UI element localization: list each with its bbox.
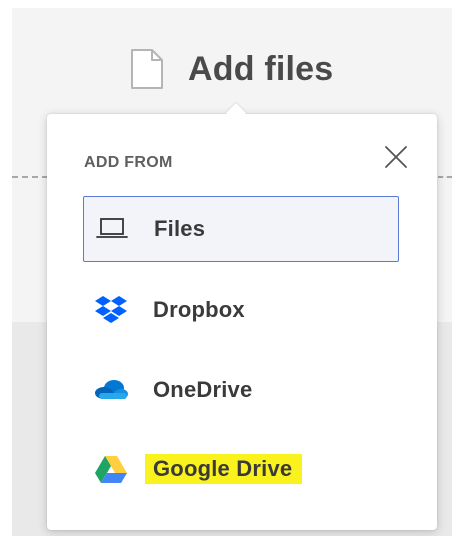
page: Add files ADD FROM Files Dropbox OneDriv… [0,0,452,536]
dropbox-icon [93,292,129,328]
option-label: Files [154,216,206,241]
option-label: Google Drive [145,454,303,484]
laptop-icon [94,211,130,247]
add-files-header[interactable]: Add files [130,44,333,94]
drop-zone-border [438,176,452,178]
section-label: ADD FROM [84,154,173,171]
drop-zone-border [12,176,48,178]
add-files-title: Add files [188,49,334,88]
document-icon [131,49,163,89]
option-dropbox[interactable]: Dropbox [83,277,399,343]
google-drive-icon [93,451,129,487]
option-label: Dropbox [153,297,245,322]
option-label: OneDrive [153,377,253,402]
option-files[interactable]: Files [83,196,399,262]
close-icon[interactable] [383,144,409,170]
option-onedrive[interactable]: OneDrive [83,357,399,423]
add-from-popup: ADD FROM Files Dropbox OneDrive Google D… [47,103,437,530]
option-google-drive[interactable]: Google Drive [83,436,399,502]
onedrive-icon [93,372,129,408]
